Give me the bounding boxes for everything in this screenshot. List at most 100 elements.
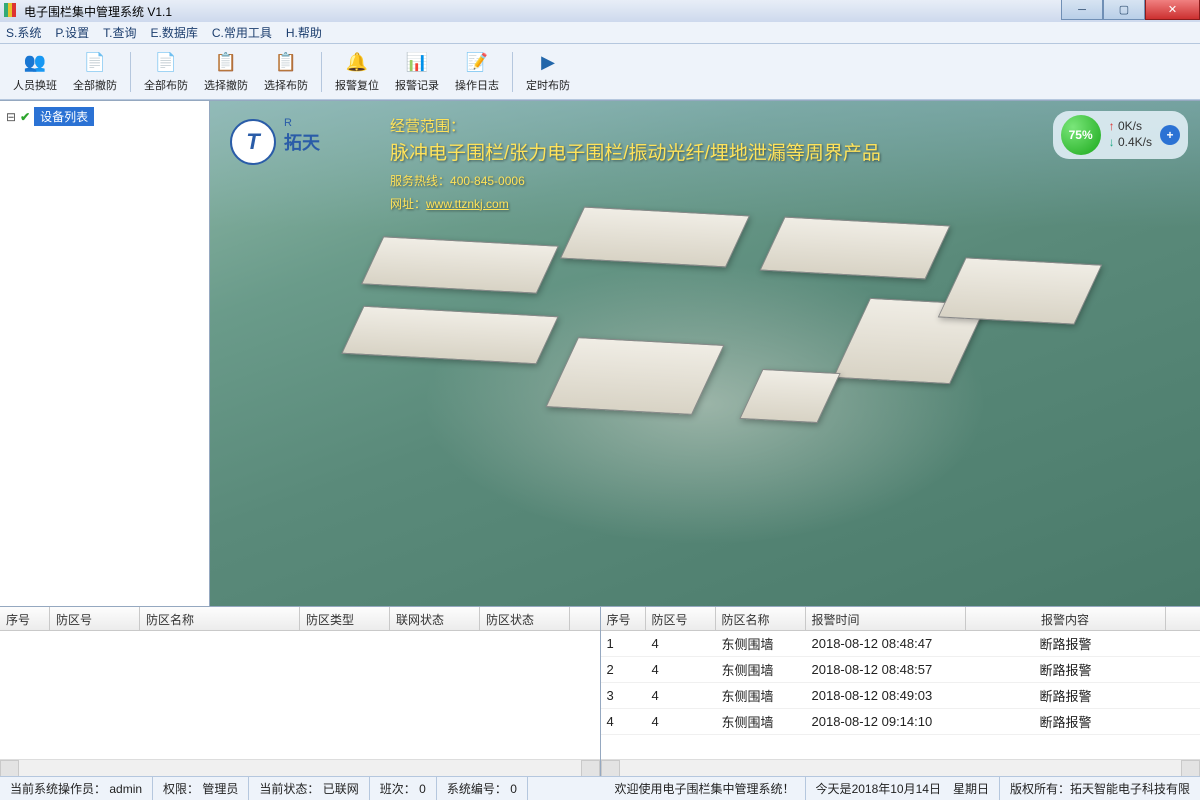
cell: 2018-08-12 08:49:03 (806, 684, 966, 707)
alarm-grid-hscroll[interactable] (601, 759, 1200, 776)
tool-icon: 📊 (405, 51, 429, 75)
close-button[interactable]: ✕ (1145, 0, 1200, 20)
cell: 2018-08-12 09:14:10 (806, 710, 966, 733)
logo-r: R (284, 117, 292, 129)
state-label: 当前状态： (259, 780, 319, 797)
cell: 东侧围墙 (716, 708, 806, 735)
welcome-text: 欢迎使用电子围栏集中管理系统！ (615, 780, 795, 797)
cell: 4 (646, 658, 716, 681)
cell: 东侧围墙 (716, 656, 806, 683)
zone-grid: 序号防区号防区名称防区类型联网状态防区状态 (0, 607, 601, 776)
cell: 断路报警 (966, 682, 1166, 709)
tool-icon: 🔔 (345, 51, 369, 75)
cell: 断路报警 (966, 656, 1166, 683)
table-row[interactable]: 44东侧围墙2018-08-12 09:14:10断路报警 (601, 709, 1200, 735)
table-row[interactable]: 24东侧围墙2018-08-12 08:48:57断路报警 (601, 657, 1200, 683)
sysno-value: 0 (510, 782, 517, 796)
col-header[interactable]: 防区名称 (140, 607, 300, 630)
tool-6[interactable]: 📊 报警记录 (390, 47, 444, 97)
cell: 东侧围墙 (716, 682, 806, 709)
tree-root[interactable]: ⊟ ✔ 设备列表 (6, 107, 203, 126)
window-title: 电子围栏集中管理系统 V1.1 (24, 3, 1061, 20)
maximize-button[interactable]: ▢ (1103, 0, 1145, 20)
cell: 2 (601, 658, 646, 681)
col-header[interactable]: 序号 (601, 607, 646, 630)
titlebar: 电子围栏集中管理系统 V1.1 ─ ▢ ✕ (0, 0, 1200, 22)
col-header[interactable]: 报警时间 (806, 607, 966, 630)
alarm-grid-header: 序号防区号防区名称报警时间报警内容 (601, 607, 1200, 631)
alarm-grid-body[interactable]: 14东侧围墙2018-08-12 08:48:47断路报警24东侧围墙2018-… (601, 631, 1200, 759)
minimize-button[interactable]: ─ (1061, 0, 1103, 20)
map-canvas[interactable]: T R 拓天 经营范围： 脉冲电子围栏/张力电子围栏/振动光纤/埋地泄漏等周界产… (210, 101, 1200, 606)
table-row[interactable]: 14东侧围墙2018-08-12 08:48:47断路报警 (601, 631, 1200, 657)
sysno-label: 系统编号： (447, 780, 507, 797)
tool-8[interactable]: ▶定时布防 (521, 47, 575, 97)
copyright-value: 拓天智能电子科技有限 (1070, 780, 1190, 797)
col-header[interactable]: 联网状态 (390, 607, 480, 630)
col-header[interactable]: 防区状态 (480, 607, 570, 630)
check-icon: ✔ (20, 110, 30, 124)
menu-help[interactable]: H.帮助 (286, 24, 322, 41)
cell: 2018-08-12 08:48:57 (806, 658, 966, 681)
tool-label: 全部撤防 (73, 77, 117, 93)
col-header[interactable]: 报警内容 (966, 607, 1166, 630)
tree-root-label: 设备列表 (34, 107, 94, 126)
col-header[interactable]: 防区号 (50, 607, 140, 630)
hotline-value: 400-845-0006 (450, 174, 525, 188)
collapse-icon[interactable]: ⊟ (6, 110, 16, 124)
tool-icon: 📝 (465, 51, 489, 75)
tool-label: 选择布防 (264, 77, 308, 93)
hotline-label: 服务热线： (390, 174, 450, 188)
col-header[interactable]: 防区号 (646, 607, 716, 630)
shift-label: 班次： (380, 780, 416, 797)
tool-3[interactable]: 📋选择撤防 (199, 47, 253, 97)
menu-database[interactable]: E.数据库 (150, 24, 197, 41)
net-rates: 0K/s 0.4K/s (1109, 119, 1152, 150)
network-status-widget[interactable]: 75% 0K/s 0.4K/s + (1053, 111, 1188, 159)
tool-label: 人员换班 (13, 77, 57, 93)
zone-grid-body[interactable] (0, 631, 600, 759)
upload-rate: 0K/s (1109, 119, 1152, 135)
menu-query[interactable]: T.查询 (103, 24, 136, 41)
brand-logo: T R 拓天 (230, 119, 320, 165)
menubar: S.系统 P.设置 T.查询 E.数据库 C.常用工具 H.帮助 (0, 22, 1200, 44)
statusbar: 当前系统操作员： admin 权限： 管理员 当前状态： 已联网 班次： 0 系… (0, 776, 1200, 800)
tool-icon: 📄 (154, 51, 178, 75)
overlay-line2: 脉冲电子围栏/张力电子围栏/振动光纤/埋地泄漏等周界产品 (390, 139, 881, 169)
zone-grid-header: 序号防区号防区名称防区类型联网状态防区状态 (0, 607, 600, 631)
app-icon (4, 3, 20, 19)
col-header[interactable]: 防区类型 (300, 607, 390, 630)
table-row[interactable]: 34东侧围墙2018-08-12 08:49:03断路报警 (601, 683, 1200, 709)
device-tree-panel: ⊟ ✔ 设备列表 (0, 101, 210, 606)
date-label: 今天是 (816, 780, 852, 797)
tool-4[interactable]: 📋 选择布防 (259, 47, 313, 97)
tool-5[interactable]: 🔔报警复位 (330, 47, 384, 97)
tool-label: 操作日志 (455, 77, 499, 93)
tool-1[interactable]: 📄全部撤防 (68, 47, 122, 97)
website-link[interactable]: www.ttznkj.com (426, 197, 509, 211)
menu-system[interactable]: S.系统 (6, 24, 41, 41)
col-header[interactable]: 序号 (0, 607, 50, 630)
website-label: 网址： (390, 197, 426, 211)
menu-tools[interactable]: C.常用工具 (212, 24, 272, 41)
menu-settings[interactable]: P.设置 (55, 24, 89, 41)
cell: 东侧围墙 (716, 631, 806, 657)
tool-icon: 📋 (274, 51, 298, 75)
tool-7[interactable]: 📝 操作日志 (450, 47, 504, 97)
tool-label: 报警记录 (395, 77, 439, 93)
cell: 4 (601, 710, 646, 733)
widget-plus-button[interactable]: + (1160, 125, 1180, 145)
lower-grids: 序号防区号防区名称防区类型联网状态防区状态 序号防区号防区名称报警时间报警内容 … (0, 606, 1200, 776)
role-value: 管理员 (202, 780, 238, 797)
tool-icon: 👥 (23, 51, 47, 75)
state-value: 已联网 (323, 780, 359, 797)
zone-grid-hscroll[interactable] (0, 759, 600, 776)
logo-text: 拓天 (284, 129, 320, 155)
cell: 4 (646, 632, 716, 655)
overlay-info: 经营范围： 脉冲电子围栏/张力电子围栏/振动光纤/埋地泄漏等周界产品 服务热线：… (390, 115, 881, 214)
cell: 4 (646, 684, 716, 707)
copyright-label: 版权所有： (1010, 780, 1070, 797)
col-header[interactable]: 防区名称 (716, 607, 806, 630)
tool-2[interactable]: 📄全部布防 (139, 47, 193, 97)
tool-0[interactable]: 👥 人员换班 (8, 47, 62, 97)
